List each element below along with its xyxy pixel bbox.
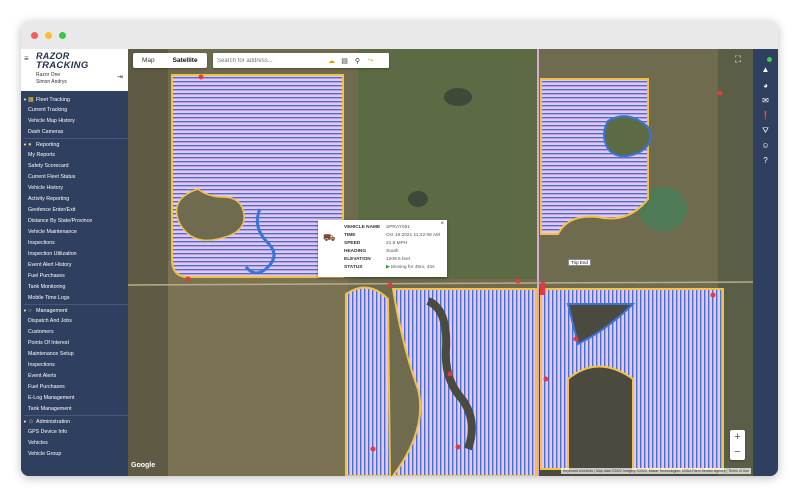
sidebar-item-tank-management[interactable]: Tank Management [21, 404, 128, 415]
zoom-in-button[interactable]: + [730, 430, 745, 445]
pin-icon[interactable]: ⚲ [351, 57, 364, 65]
section-administration[interactable]: ▼ ☺ Administration [21, 416, 128, 427]
sidebar-item-maintenance-setup[interactable]: Maintenance Setup [21, 349, 128, 360]
weather-icon[interactable]: ☁ [325, 57, 338, 65]
brand-line-2: TRACKING [36, 60, 89, 71]
sidebar: ≡ RAZOR TRACKING Razor One Simon Andrys … [21, 49, 128, 476]
zoom-out-button[interactable]: − [730, 445, 745, 460]
warning-triangle-icon[interactable]: ▲ [753, 65, 778, 74]
reports-icon: ● [28, 141, 32, 148]
sidebar-item-my-reports[interactable]: My Reports [21, 150, 128, 161]
tab-map[interactable]: Map [133, 53, 164, 68]
spray-track-field-2 [540, 78, 652, 235]
sidebar-item-gps-device-info[interactable]: GPS Device Info [21, 427, 128, 438]
address-search-bar: ☁ ▤ ⚲ ⤳ [213, 53, 389, 68]
map-type-toggle: Map Satellite [133, 53, 207, 68]
app-body: ≡ RAZOR TRACKING Razor One Simon Andrys … [21, 49, 778, 476]
sidebar-item-mgmt-fuel-purchases[interactable]: Fuel Purchases [21, 382, 128, 393]
sidebar-menu: ▼ ▦ Fleet Tracking Current Tracking Vehi… [21, 94, 128, 460]
sidebar-item-mgmt-inspections[interactable]: Inspections [21, 360, 128, 371]
right-rail: ▲ ◕ ✉ ❗ ⛛ ☺ ? [753, 49, 778, 476]
alert-icon[interactable]: ❗ [753, 111, 778, 120]
sidebar-item-customers[interactable]: Customers [21, 327, 128, 338]
smiley-icon[interactable]: ☺ [753, 141, 778, 150]
maximize-window-button[interactable] [59, 32, 66, 39]
sidebar-item-vehicle-maintenance[interactable]: Vehicle Maintenance [21, 227, 128, 238]
section-fleet-tracking[interactable]: ▼ ▦ Fleet Tracking [21, 94, 128, 105]
trip-end-label: Trip End [568, 259, 591, 266]
admin-icon: ☺ [28, 418, 35, 425]
pie-chart-icon[interactable]: ◕ [753, 81, 778, 90]
minimize-window-button[interactable] [45, 32, 52, 39]
field-bottom-left [168, 261, 348, 476]
logout-icon[interactable]: ⇥ [117, 73, 123, 81]
title-bar [21, 21, 778, 49]
sidebar-item-event-alerts[interactable]: Event Alerts [21, 371, 128, 382]
sidebar-item-mobile-time-logs[interactable]: Mobile Time Logs [21, 293, 128, 304]
section-management[interactable]: ▼ ○ Management [21, 305, 128, 316]
google-logo: Google [131, 462, 156, 469]
sidebar-item-geofence-enter-exit[interactable]: Geofence Enter/Exit [21, 205, 128, 216]
satellite-map[interactable]: Map Satellite ☁ ▤ ⚲ ⤳ ⛶ × ⛟ VEHICLE NAME… [128, 49, 753, 476]
map-icon: ▦ [28, 97, 34, 103]
sidebar-item-vehicle-history[interactable]: Vehicle History [21, 183, 128, 194]
online-status-icon [767, 57, 772, 62]
account-user: Simon Andrys [36, 79, 67, 85]
sidebar-item-event-alert-history[interactable]: Event Alert History [21, 260, 128, 271]
zoom-controls: + − [730, 430, 745, 460]
layers-icon[interactable]: ▤ [338, 57, 351, 65]
account-info: Razor One Simon Andrys [36, 72, 67, 86]
route-icon[interactable]: ⤳ [364, 57, 377, 65]
sidebar-item-distance-by-state[interactable]: Distance By State/Province [21, 216, 128, 227]
sidebar-item-points-of-interest[interactable]: Points Of Interest [21, 338, 128, 349]
management-icon: ○ [28, 307, 32, 314]
sidebar-item-dash-cameras[interactable]: Dash Cameras [21, 127, 128, 138]
sidebar-item-inspection-utilization[interactable]: Inspection Utilization [21, 249, 128, 260]
brand-logo: RAZOR TRACKING [36, 52, 89, 71]
hamburger-menu-icon[interactable]: ≡ [24, 55, 32, 63]
sidebar-item-current-tracking[interactable]: Current Tracking [21, 105, 128, 116]
status-value: Moving for 45m, 43s [391, 265, 435, 270]
pond [408, 191, 428, 207]
help-icon[interactable]: ? [753, 156, 778, 165]
vehicle-info-popup: × ⛟ VEHICLE NAME SPRAY051 TIME Oct 18 20… [318, 220, 447, 277]
dark-field-left [128, 49, 168, 476]
tab-satellite[interactable]: Satellite [164, 53, 207, 68]
address-search-input[interactable] [217, 54, 325, 67]
sidebar-item-vehicle-group[interactable]: Vehicle Group [21, 449, 128, 460]
sidebar-item-vehicle-map-history[interactable]: Vehicle Map History [21, 116, 128, 127]
sidebar-item-vehicles[interactable]: Vehicles [21, 438, 128, 449]
map-attribution[interactable]: Keyboard shortcuts | Map data ©2022 Imag… [560, 468, 751, 474]
sidebar-item-safety-scorecard[interactable]: Safety Scorecard [21, 161, 128, 172]
fullscreen-icon[interactable]: ⛶ [731, 52, 745, 66]
close-window-button[interactable] [31, 32, 38, 39]
sidebar-item-current-fleet-status[interactable]: Current Fleet Status [21, 172, 128, 183]
trip-end-flag-icon[interactable] [540, 288, 545, 295]
sidebar-item-activity-reporting[interactable]: Activity Reporting [21, 194, 128, 205]
account-company: Razor One [36, 72, 61, 78]
brand-header: ≡ RAZOR TRACKING Razor One Simon Andrys … [21, 49, 128, 91]
pond [444, 88, 472, 106]
sidebar-item-inspections[interactable]: Inspections [21, 238, 128, 249]
truck-icon: ⛟ [323, 233, 336, 244]
mail-icon[interactable]: ✉ [753, 96, 778, 105]
sidebar-item-tank-monitoring[interactable]: Tank Monitoring [21, 282, 128, 293]
road-icon[interactable]: ⛛ [753, 126, 778, 136]
sidebar-item-fuel-purchases[interactable]: Fuel Purchases [21, 271, 128, 282]
sidebar-item-dispatch-and-jobs[interactable]: Dispatch And Jobs [21, 316, 128, 327]
section-reporting[interactable]: ▼ ● Reporting [21, 139, 128, 150]
app-window: ≡ RAZOR TRACKING Razor One Simon Andrys … [21, 21, 778, 476]
spray-track-field-4 [540, 288, 724, 470]
sidebar-item-elog-management[interactable]: E-Log Management [21, 393, 128, 404]
